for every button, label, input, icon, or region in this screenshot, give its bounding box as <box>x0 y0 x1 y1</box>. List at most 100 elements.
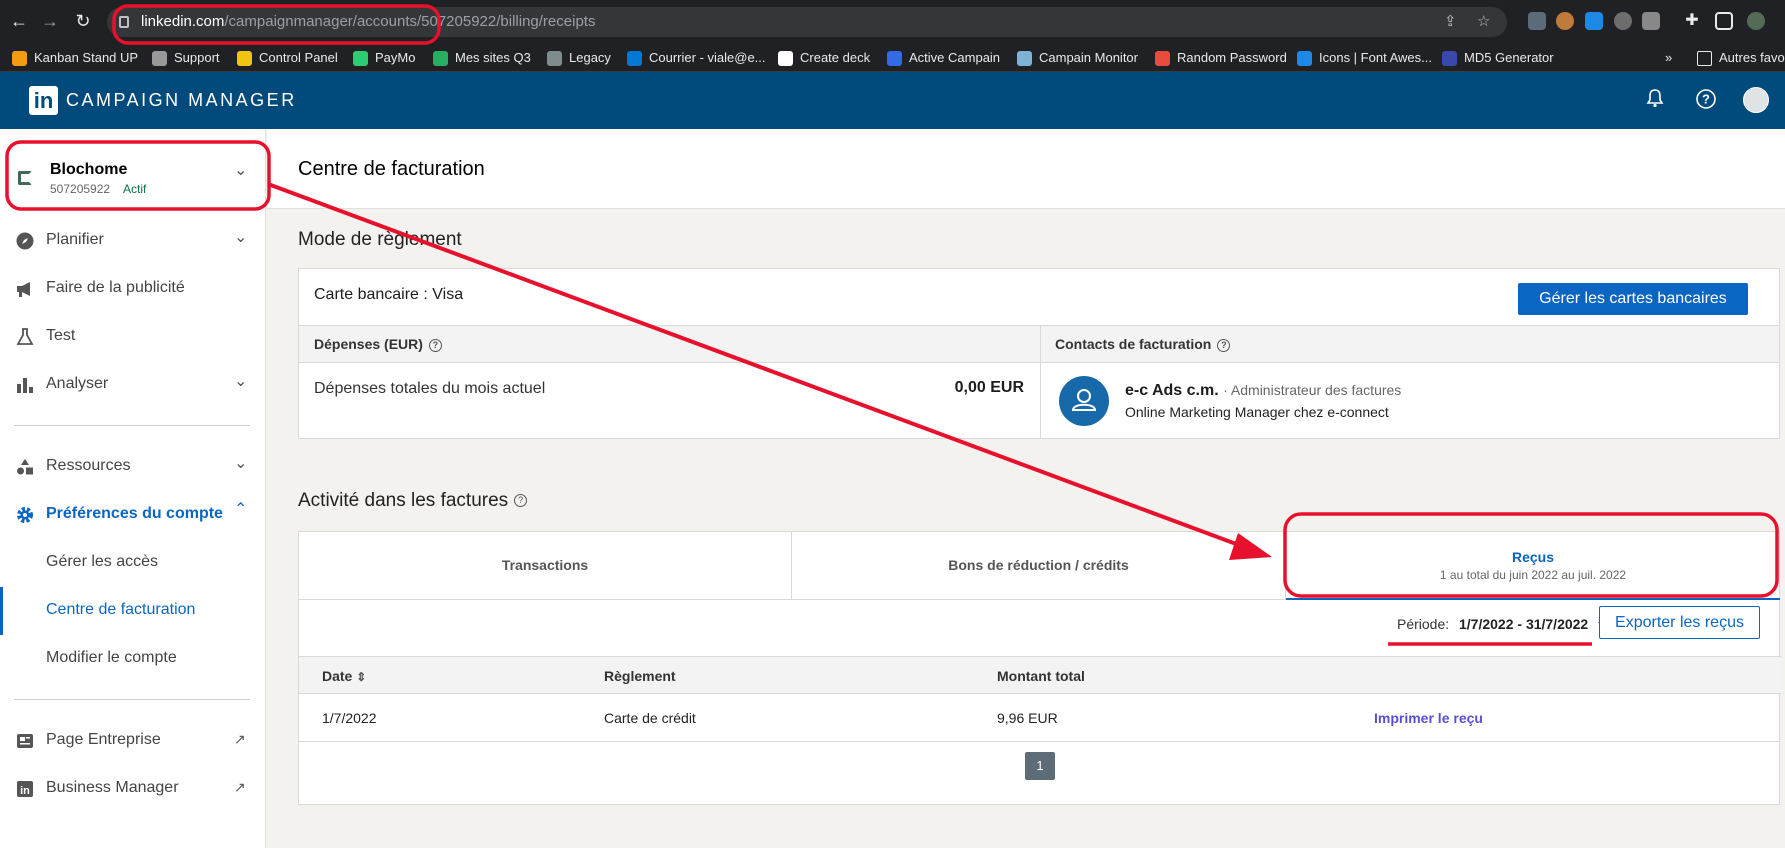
chevron-down-icon[interactable]: ⌄ <box>234 160 247 180</box>
column-header-label: Date <box>322 668 353 684</box>
sidebar-item-page-entreprise[interactable]: Page Entreprise ↗ <box>0 721 266 761</box>
sidebar-divider <box>14 699 250 700</box>
active-indicator <box>0 587 3 635</box>
bookmark-label: Campain Monitor <box>1039 50 1138 65</box>
sidebar-item-business-manager[interactable]: in Business Manager ↗ <box>0 769 266 809</box>
app-title: CAMPAIGN MANAGER <box>66 90 297 110</box>
tab-bons-reduction[interactable]: Bons de réduction / crédits <box>792 532 1286 600</box>
bookmark-label: Mes sites Q3 <box>455 50 531 65</box>
tab-recus[interactable]: Reçus 1 au total du juin 2022 au juil. 2… <box>1286 532 1780 600</box>
folder-icon <box>1697 51 1712 66</box>
sidebar-toggle-icon[interactable] <box>1715 12 1733 30</box>
sidebar-item-label: Test <box>46 327 76 344</box>
print-receipt-link[interactable]: Imprimer le reçu <box>1374 710 1483 726</box>
person-icon <box>1071 389 1097 411</box>
bell-icon[interactable] <box>1643 88 1667 112</box>
card-type: Carte bancaire : Visa <box>314 286 463 304</box>
sidebar-item-ressources[interactable]: Ressources ⌄ <box>0 447 266 487</box>
bookmark-item[interactable]: MD5 Generator <box>1442 49 1554 67</box>
forward-icon[interactable]: → <box>39 10 61 32</box>
bookmark-label: Courrier - viale@e... <box>649 50 766 65</box>
bookmark-label: Support <box>174 50 220 65</box>
page-title: Centre de facturation <box>298 158 485 180</box>
bookmark-item[interactable]: Control Panel <box>237 49 338 67</box>
extension-icon[interactable] <box>1642 12 1660 30</box>
manage-cards-button[interactable]: Gérer les cartes bancaires <box>1518 283 1748 315</box>
bookmark-item[interactable]: Legacy <box>547 49 611 67</box>
bookmark-favicon-icon <box>12 51 27 66</box>
bookmark-favicon-icon <box>547 51 562 66</box>
bookmarks-bar: Kanban Stand UP Support Control Panel PayMo… <box>0 44 1785 72</box>
bookmark-favicon-icon <box>353 51 368 66</box>
sidebar-item-planifier[interactable]: Planifier ⌄ <box>0 221 266 261</box>
bookmark-item[interactable]: Create deck <box>778 49 870 67</box>
star-icon[interactable]: ☆ <box>1477 7 1490 37</box>
bookmark-item[interactable]: Courrier - viale@e... <box>627 49 766 67</box>
sidebar-subitem-gerer-acces[interactable]: Gérer les accès <box>46 553 158 571</box>
share-icon[interactable]: ⇪ <box>1444 7 1457 37</box>
cookie-extension-icon[interactable] <box>1556 12 1574 30</box>
bookmark-item[interactable]: Active Campain <box>887 49 1000 67</box>
account-selector[interactable]: Blochome 507205922 Actif ⌄ <box>8 143 268 209</box>
tab-transactions[interactable]: Transactions <box>299 532 792 600</box>
user-avatar[interactable] <box>1743 87 1769 113</box>
export-receipts-button[interactable]: Exporter les reçus <box>1599 606 1760 639</box>
expenses-label: Dépenses totales du mois actuel <box>314 380 546 397</box>
sidebar-item-publicite[interactable]: Faire de la publicité <box>0 269 266 309</box>
bookmarks-overflow[interactable]: » <box>1665 49 1672 67</box>
bookmark-item[interactable]: PayMo <box>353 49 415 67</box>
bookmark-label: PayMo <box>375 50 416 65</box>
help-icon[interactable]: ? <box>1694 88 1718 112</box>
lock-icon <box>119 16 129 28</box>
extension-icon[interactable] <box>1528 12 1546 30</box>
contact-avatar <box>1059 376 1109 426</box>
pagination-page[interactable]: 1 <box>1025 752 1055 780</box>
other-bookmarks[interactable]: Autres favo <box>1697 49 1785 67</box>
s-extension-icon[interactable] <box>1585 12 1603 30</box>
bookmark-item[interactable]: Kanban Stand UP <box>12 49 138 67</box>
address-bar[interactable]: linkedin.com/campaignmanager/accounts/50… <box>107 7 1507 37</box>
profile-icon[interactable] <box>1747 12 1765 30</box>
column-header-date[interactable]: Date ⇕ <box>322 668 366 684</box>
bookmark-item[interactable]: Icons | Font Awes... <box>1297 49 1432 67</box>
row-amount: 9,96 EUR <box>997 710 1058 726</box>
sidebar-item-analyser[interactable]: Analyser ⌄ <box>0 365 266 405</box>
bookmark-item[interactable]: Random Password <box>1155 49 1287 67</box>
bookmark-item[interactable]: Mes sites Q3 <box>433 49 531 67</box>
url-host: linkedin.com <box>141 13 225 30</box>
tab-label: Reçus <box>1511 549 1555 565</box>
contact-role: · Administrateur des factures <box>1223 382 1402 398</box>
bookmark-label: Icons | Font Awes... <box>1319 50 1432 65</box>
bookmark-item[interactable]: Campain Monitor <box>1017 49 1138 67</box>
help-icon[interactable]: ? <box>1217 338 1231 352</box>
reload-icon[interactable]: ↻ <box>72 10 94 32</box>
row-date: 1/7/2022 <box>322 710 377 726</box>
payment-section-title: Mode de règlement <box>298 229 462 250</box>
card-type-label: Carte bancaire : <box>314 286 433 303</box>
period-select[interactable]: 1/7/2022 - 31/7/2022 <box>1459 616 1611 632</box>
sidebar-item-preferences[interactable]: Préférences du compte ⌃ <box>0 495 266 535</box>
contacts-header-label: Contacts de facturation <box>1055 336 1212 352</box>
linkedin-logo[interactable]: in <box>29 86 58 115</box>
external-link-icon: ↗ <box>234 779 246 795</box>
sidebar-subitem-modifier-compte[interactable]: Modifier le compte <box>46 649 177 667</box>
bookmark-item[interactable]: Support <box>152 49 220 67</box>
help-icon[interactable]: ? <box>428 338 442 352</box>
extension-icon[interactable] <box>1614 12 1632 30</box>
card-type-value: Visa <box>432 286 464 303</box>
main-content: Centre de facturation Mode de règlement … <box>267 129 1785 848</box>
contact-title: Online Marketing Manager chez e-connect <box>1125 404 1389 420</box>
invoice-activity-card: Transactions Bons de réduction / crédits… <box>298 531 1781 805</box>
period-label: Période: <box>1397 616 1450 632</box>
sidebar-item-test[interactable]: Test <box>0 317 266 357</box>
sidebar-subitem-centre-facturation[interactable]: Centre de facturation <box>46 601 195 619</box>
flask-icon <box>15 327 35 347</box>
external-link-icon: ↗ <box>234 731 246 747</box>
sort-icon[interactable]: ⇕ <box>356 670 366 684</box>
bookmark-label: Create deck <box>800 50 871 65</box>
back-icon[interactable]: ← <box>8 10 30 32</box>
sidebar-item-label: Faire de la publicité <box>46 279 185 296</box>
help-icon[interactable]: ? <box>514 494 528 508</box>
company-page-icon <box>15 731 35 751</box>
puzzle-icon[interactable]: ✚ <box>1683 12 1701 30</box>
